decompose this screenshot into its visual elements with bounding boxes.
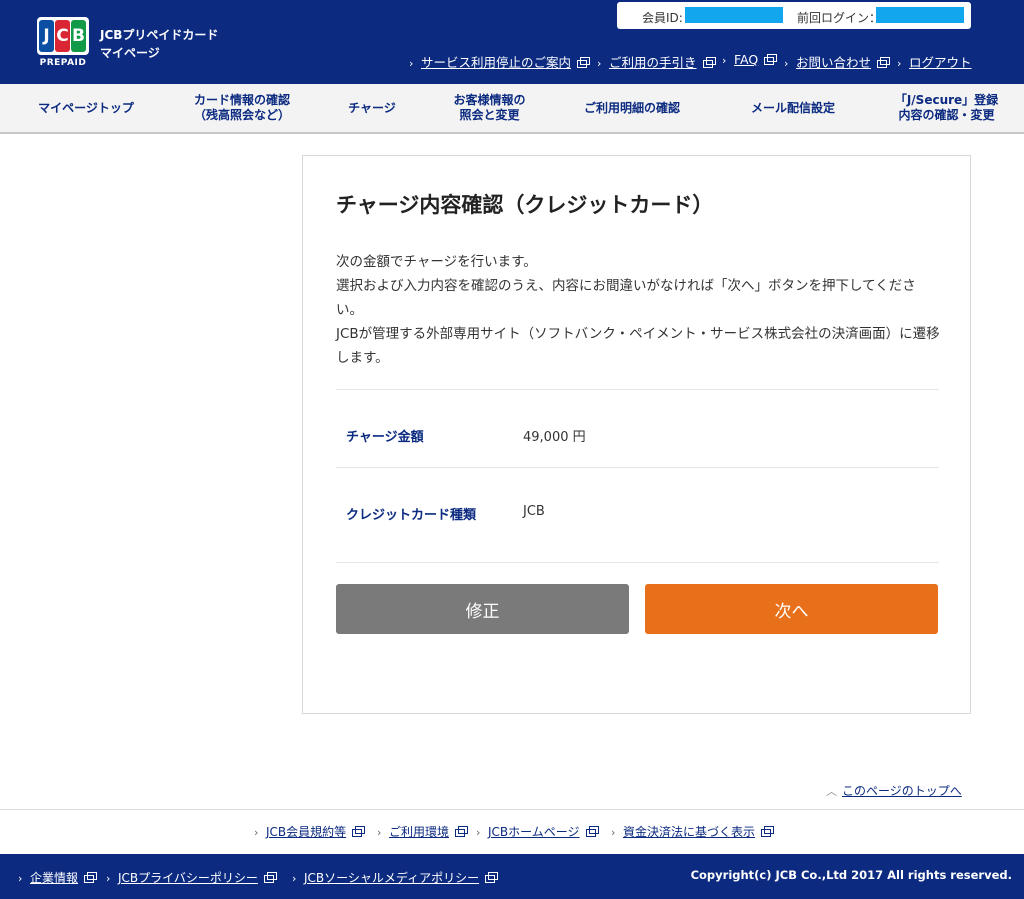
footer-link-social-media[interactable]: › JCBソーシャルメディアポリシー bbox=[292, 869, 499, 886]
nav-card-info[interactable]: カード情報の確認 （残高照会など） bbox=[172, 84, 312, 132]
utility-nav: › サービス利用停止のご案内 › ご利用の手引き › FAQ › お問い合わせ › ログア… bbox=[0, 52, 1024, 70]
chevron-right-icon: › bbox=[409, 57, 414, 70]
member-id-label: 会員ID: bbox=[642, 11, 683, 25]
back-edit-button[interactable]: 修正 bbox=[336, 584, 629, 634]
footer-link-label: 資金決済法に基づく表示 bbox=[623, 825, 756, 839]
util-link-guide[interactable]: › ご利用の手引き bbox=[597, 52, 716, 71]
footer-link-label: JCB会員規約等 bbox=[266, 825, 347, 839]
logo-letter-j: J bbox=[39, 20, 54, 52]
footer-divider bbox=[0, 809, 1024, 810]
divider bbox=[336, 562, 939, 563]
util-link-label: サービス利用停止のご案内 bbox=[421, 55, 572, 70]
page-title: チャージ内容確認（クレジットカード） bbox=[336, 193, 714, 217]
external-window-icon bbox=[577, 56, 591, 68]
nav-customer-info[interactable]: お客様情報の 照会と変更 bbox=[432, 84, 547, 132]
footer-link-environment[interactable]: › ご利用環境 bbox=[377, 823, 469, 840]
footer-link-company[interactable]: › 企業情報 bbox=[18, 869, 98, 886]
chevron-right-icon: › bbox=[597, 57, 602, 70]
nav-usage-details[interactable]: ご利用明細の確認 bbox=[547, 84, 717, 132]
footer-link-terms[interactable]: › JCB会員規約等 bbox=[254, 823, 366, 840]
brand-name: JCBプリペイドカード bbox=[100, 28, 219, 42]
external-window-icon bbox=[84, 871, 98, 883]
external-window-icon bbox=[455, 825, 469, 837]
nav-mypage-top[interactable]: マイページトップ bbox=[0, 84, 172, 132]
nav-jsecure[interactable]: 「J/Secure」登録 内容の確認・変更 bbox=[869, 84, 1024, 132]
charge-amount-label: チャージ金額 bbox=[346, 430, 424, 445]
card-type-label: クレジットカード種類 bbox=[346, 508, 477, 523]
chevron-right-icon: › bbox=[377, 826, 382, 839]
util-link-label: ご利用の手引き bbox=[609, 55, 697, 70]
page-top-link[interactable]: ︿ このページのトップへ bbox=[826, 782, 962, 799]
logo-mark: J C B bbox=[37, 17, 89, 55]
external-window-icon bbox=[764, 53, 778, 65]
external-window-icon bbox=[877, 56, 891, 68]
util-link-label: お問い合わせ bbox=[796, 55, 872, 70]
chevron-right-icon: › bbox=[254, 826, 259, 839]
member-id-masked bbox=[685, 7, 783, 23]
last-login-masked bbox=[876, 7, 964, 23]
chevron-right-icon: › bbox=[106, 872, 111, 885]
footer-link-privacy[interactable]: › JCBプライバシーポリシー bbox=[106, 869, 277, 886]
util-link-logout[interactable]: › ログアウト bbox=[897, 52, 972, 71]
confirm-description: 次の金額でチャージを行います。 選択および入力内容を確認のうえ、内容にお間違いが… bbox=[336, 254, 940, 366]
external-window-icon bbox=[761, 825, 775, 837]
chevron-right-icon: › bbox=[722, 54, 727, 67]
chevron-right-icon: › bbox=[897, 57, 902, 70]
util-link-label: ログアウト bbox=[909, 55, 972, 70]
nav-mail-settings[interactable]: メール配信設定 bbox=[717, 84, 869, 132]
site-header: J C B PREPAID JCBプリペイドカード マイページ 会員ID: 前回… bbox=[0, 0, 1024, 84]
external-window-icon bbox=[352, 825, 366, 837]
logo-letter-c: C bbox=[55, 20, 70, 52]
chevron-right-icon: › bbox=[784, 57, 789, 70]
page-top-label: このページのトップへ bbox=[842, 784, 962, 798]
footer-links: › JCB会員規約等 › ご利用環境 › JCBホームページ › 資金決済法に基づく表示 bbox=[0, 823, 1024, 841]
external-window-icon bbox=[585, 825, 599, 837]
charge-confirm-card: チャージ内容確認（クレジットカード） 次の金額でチャージを行います。 選択および… bbox=[302, 155, 971, 714]
logo-letter-b: B bbox=[71, 20, 86, 52]
util-link-service-stop[interactable]: › サービス利用停止のご案内 bbox=[409, 52, 591, 71]
chevron-right-icon: › bbox=[476, 826, 481, 839]
footer-bar: › 企業情報 › JCBプライバシーポリシー › JCBソーシャルメディアポリシー C… bbox=[0, 854, 1024, 899]
util-link-faq[interactable]: › FAQ bbox=[722, 52, 778, 67]
footer-link-jcb-home[interactable]: › JCBホームページ bbox=[476, 823, 599, 840]
util-link-contact[interactable]: › お問い合わせ bbox=[784, 52, 891, 71]
external-window-icon bbox=[702, 56, 716, 68]
footer-link-label: 企業情報 bbox=[30, 871, 79, 885]
copyright-text: Copyright(c) JCB Co.,Ltd 2017 All rights… bbox=[690, 868, 1012, 882]
footer-link-label: ご利用環境 bbox=[389, 825, 450, 839]
external-window-icon bbox=[263, 871, 277, 883]
nav-charge[interactable]: チャージ bbox=[312, 84, 432, 132]
charge-amount-value: 49,000 円 bbox=[523, 430, 586, 445]
chevron-right-icon: › bbox=[611, 826, 616, 839]
footer-link-label: JCBプライバシーポリシー bbox=[118, 871, 258, 885]
card-type-value: JCB bbox=[523, 504, 545, 519]
chevron-up-icon: ︿ bbox=[826, 785, 837, 798]
chevron-right-icon: › bbox=[18, 872, 23, 885]
chevron-right-icon: › bbox=[292, 872, 297, 885]
util-link-label: FAQ bbox=[734, 52, 759, 67]
next-button[interactable]: 次へ bbox=[645, 584, 938, 634]
footer-link-payment-act[interactable]: › 資金決済法に基づく表示 bbox=[611, 823, 775, 840]
global-nav: マイページトップ カード情報の確認 （残高照会など） チャージ お客様情報の 照… bbox=[0, 84, 1024, 134]
divider bbox=[336, 389, 939, 390]
footer-link-label: JCBホームページ bbox=[488, 825, 580, 839]
footer-link-label: JCBソーシャルメディアポリシー bbox=[304, 871, 480, 885]
divider bbox=[336, 467, 939, 468]
login-info-box: 会員ID: 前回ログイン： bbox=[617, 2, 971, 29]
external-window-icon bbox=[485, 871, 499, 883]
last-login-label: 前回ログイン： bbox=[797, 11, 882, 25]
